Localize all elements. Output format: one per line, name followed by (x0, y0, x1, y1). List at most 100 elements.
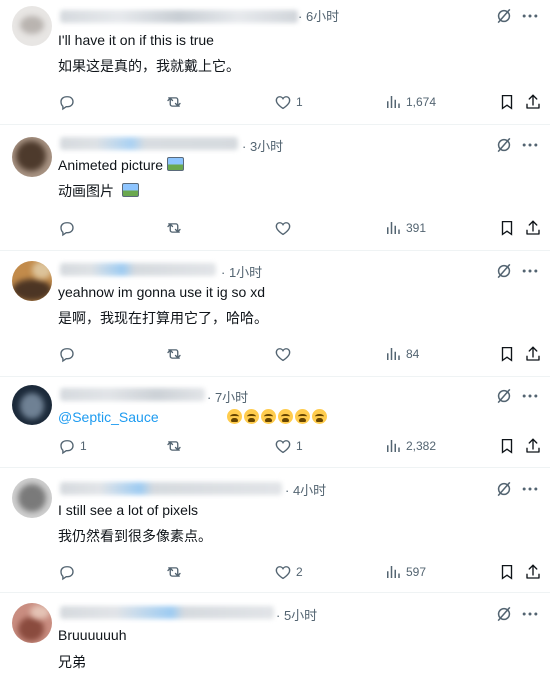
heart-icon (274, 437, 292, 455)
grok-icon[interactable] (494, 604, 514, 624)
heart-icon (274, 345, 292, 363)
tweet-text: Bruuuuuuh (58, 627, 127, 643)
username-blurred[interactable] (60, 10, 298, 23)
translated-text: 我仍然看到很多像素点。 (58, 528, 212, 544)
username-blurred[interactable] (60, 137, 238, 150)
more-icon[interactable] (520, 479, 540, 499)
share-icon[interactable] (524, 436, 542, 456)
tweet-text: I still see a lot of pixels (58, 502, 199, 518)
tweet[interactable]: · 5小时 Bruuuuuuh 兄弟 (0, 593, 550, 677)
retweet-icon (165, 563, 183, 581)
tweet[interactable]: · 7小时 @Septic_Sauce 1 1 2,382 (0, 377, 550, 468)
translated-text: 兄弟 (58, 654, 86, 670)
grok-icon[interactable] (494, 261, 514, 281)
bookmark-icon[interactable] (498, 436, 516, 456)
views-button[interactable]: 391 (384, 218, 426, 238)
avatar[interactable] (12, 261, 52, 301)
like-count: 1 (296, 95, 303, 109)
share-icon[interactable] (524, 344, 542, 364)
tweet-time[interactable]: · 7小时 (207, 387, 248, 406)
views-icon (384, 345, 402, 363)
loudly-crying-face-emoji (244, 409, 259, 424)
reply-icon (58, 437, 76, 455)
tweet-time[interactable]: · 6小时 (298, 6, 339, 25)
tweet-text: @Septic_Sauce (58, 408, 358, 426)
retweet-button[interactable] (165, 92, 183, 112)
username-blurred[interactable] (60, 606, 274, 619)
translated-text: 动画图片 (58, 182, 139, 200)
avatar[interactable] (12, 478, 52, 518)
reply-icon (58, 219, 76, 237)
tweet[interactable]: · 6小时 I'll have it on if this is true 如果… (0, 0, 550, 125)
reply-count: 1 (80, 439, 87, 453)
reply-button[interactable] (58, 562, 76, 582)
tweet[interactable]: · 1小时 yeahnow im gonna use it ig so xd 是… (0, 251, 550, 377)
retweet-button[interactable] (165, 436, 183, 456)
like-button[interactable]: 2 (274, 562, 303, 582)
loudly-crying-face-emoji (261, 409, 276, 424)
reply-button[interactable] (58, 92, 80, 112)
tweet-text: I'll have it on if this is true (58, 32, 214, 48)
emoji-group (227, 408, 329, 426)
like-button[interactable] (274, 344, 292, 364)
share-icon[interactable] (524, 92, 542, 112)
tweet-time[interactable]: · 4小时 (285, 480, 326, 499)
username-blurred[interactable] (60, 263, 216, 276)
retweet-button[interactable] (165, 344, 183, 364)
retweet-button[interactable] (165, 562, 183, 582)
views-icon (384, 437, 402, 455)
more-icon[interactable] (520, 6, 540, 26)
tweet-time[interactable]: · 1小时 (221, 262, 262, 281)
like-button[interactable]: 1 (274, 92, 303, 112)
reply-icon (58, 93, 76, 111)
grok-icon[interactable] (494, 135, 514, 155)
views-button[interactable]: 2,382 (384, 436, 436, 456)
share-icon[interactable] (524, 218, 542, 238)
more-icon[interactable] (520, 604, 540, 624)
avatar[interactable] (12, 603, 52, 643)
tweet[interactable]: · 4小时 I still see a lot of pixels 我仍然看到很… (0, 468, 550, 593)
reply-button[interactable] (58, 218, 76, 238)
heart-icon (274, 219, 292, 237)
retweet-button[interactable] (165, 218, 183, 238)
like-button[interactable]: 1 (274, 436, 303, 456)
like-count: 1 (296, 439, 303, 453)
tweet-time[interactable]: · 5小时 (276, 605, 317, 624)
framed-picture-emoji (122, 183, 139, 197)
reply-button[interactable]: 1 (58, 436, 87, 456)
more-icon[interactable] (520, 386, 540, 406)
views-button[interactable]: 84 (384, 344, 419, 364)
avatar[interactable] (12, 385, 52, 425)
username-blurred[interactable] (60, 388, 205, 401)
username-blurred[interactable] (60, 482, 282, 495)
views-button[interactable]: 597 (384, 562, 426, 582)
loudly-crying-face-emoji (278, 409, 293, 424)
views-icon (384, 563, 402, 581)
tweet[interactable]: · 3小时 Animeted picture 动画图片 391 (0, 125, 550, 251)
like-button[interactable] (274, 218, 292, 238)
bookmark-icon[interactable] (498, 562, 516, 582)
grok-icon[interactable] (494, 6, 514, 26)
loudly-crying-face-emoji (227, 409, 242, 424)
views-icon (384, 219, 402, 237)
bookmark-icon[interactable] (498, 344, 516, 364)
more-icon[interactable] (520, 135, 540, 155)
views-icon (384, 93, 402, 111)
more-icon[interactable] (520, 261, 540, 281)
view-count: 2,382 (406, 439, 437, 453)
grok-icon[interactable] (494, 386, 514, 406)
mention-link[interactable]: @Septic_Sauce (58, 409, 159, 425)
bookmark-icon[interactable] (498, 92, 516, 112)
grok-icon[interactable] (494, 479, 514, 499)
avatar[interactable] (12, 6, 52, 46)
bookmark-icon[interactable] (498, 218, 516, 238)
reply-icon (58, 345, 76, 363)
like-count: 2 (296, 565, 303, 579)
tweet-time[interactable]: · 3小时 (242, 136, 283, 155)
views-button[interactable]: 1,674 (384, 92, 436, 112)
reply-icon (58, 563, 76, 581)
view-count: 391 (406, 221, 427, 235)
reply-button[interactable] (58, 344, 76, 364)
avatar[interactable] (12, 137, 52, 177)
share-icon[interactable] (524, 562, 542, 582)
